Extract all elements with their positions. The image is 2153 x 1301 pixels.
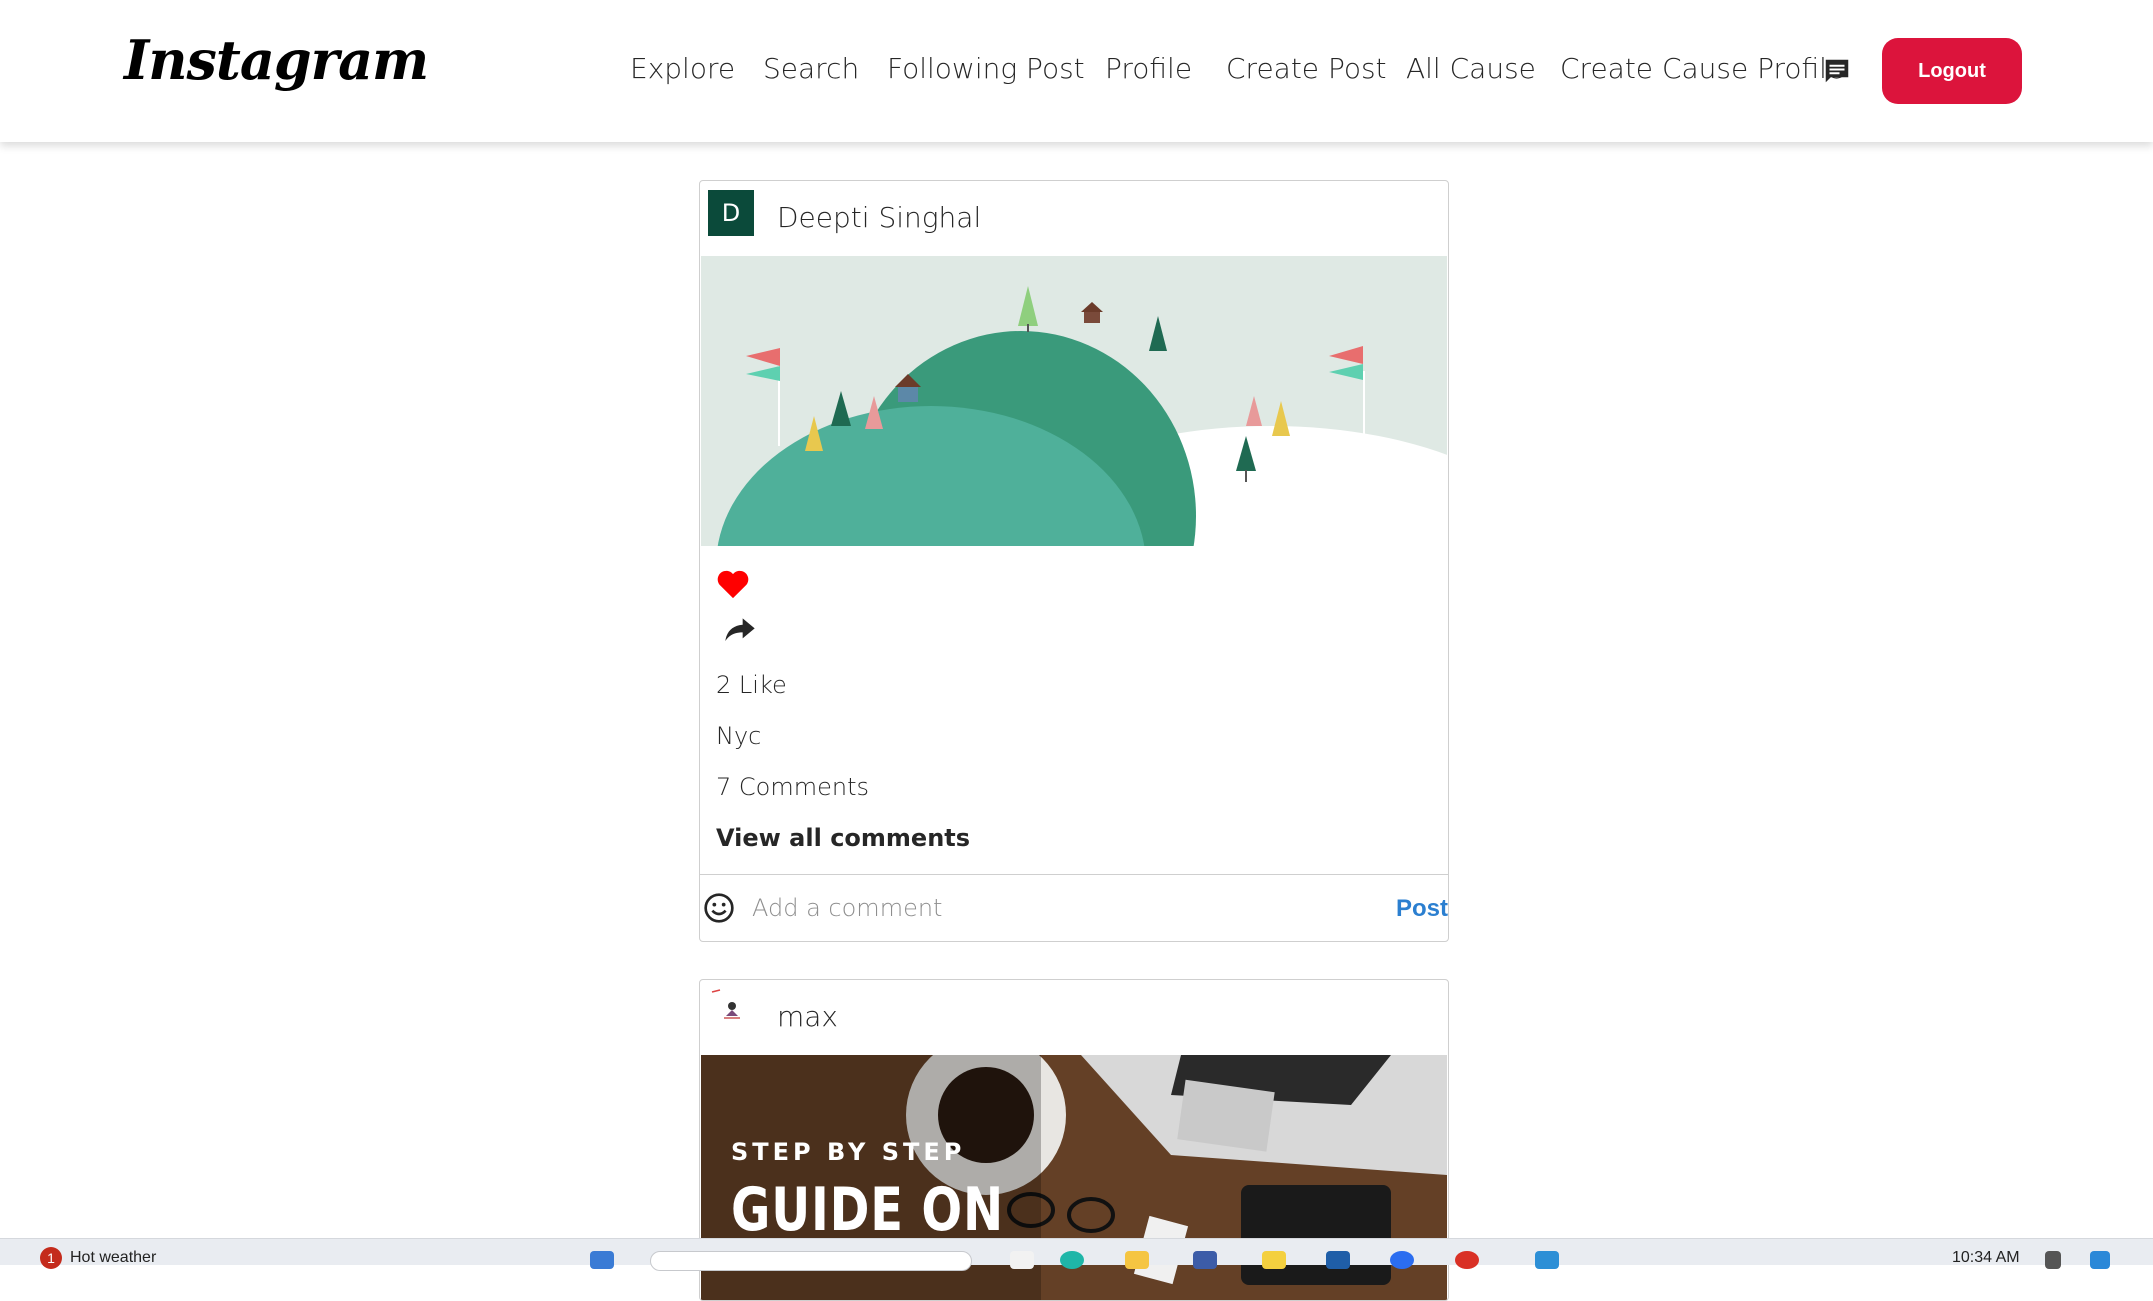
nav-link-search[interactable]: Search [763,52,859,85]
post-username[interactable]: max [777,1000,838,1033]
nav-link-all-cause[interactable]: All Cause [1406,52,1536,85]
comment-bar: Post [700,874,1448,941]
heart-icon[interactable] [716,568,750,600]
chat-bubble-icon[interactable] [1822,56,1852,86]
chrome-icon[interactable] [1455,1251,1479,1269]
mail-icon[interactable] [1193,1251,1217,1269]
os-taskbar: 1 Hot weather 10:34 AM [0,1238,2153,1271]
vscode-icon[interactable] [1535,1251,1559,1269]
notification-icon[interactable] [2090,1251,2110,1269]
taskbar-clock[interactable]: 10:34 AM [1952,1249,2020,1267]
nav-link-profile[interactable]: Profile [1105,52,1192,85]
comment-input[interactable] [750,887,1354,929]
emoji-icon[interactable] [703,892,735,924]
post-caption: Nyc [716,722,762,750]
windows-start-icon[interactable] [590,1251,614,1269]
view-all-comments-link[interactable]: View all comments [716,824,970,852]
comments-count: 7 Comments [716,773,869,801]
nav-link-create-post[interactable]: Create Post [1226,52,1387,85]
likes-count: 2 Like [716,671,787,699]
logout-button[interactable]: Logout [1882,38,2022,104]
post-username[interactable]: Deepti Singhal [777,201,981,234]
post-card: D Deepti Singhal 2 Like Nyc 7 Comments V… [699,180,1449,942]
app-icon[interactable] [1326,1251,1350,1269]
post-image [701,256,1447,550]
avatar[interactable]: D [708,190,754,236]
taskbar-search-box[interactable] [650,1251,972,1271]
system-tray-icon[interactable] [2045,1251,2061,1269]
app-icon[interactable] [1390,1251,1414,1269]
nav-link-following-post[interactable]: Following Post [887,52,1085,85]
taskview-icon[interactable] [1010,1251,1034,1269]
share-icon[interactable] [724,615,756,643]
post-header: max [700,980,1448,1055]
file-explorer-icon[interactable] [1125,1251,1149,1269]
weather-widget[interactable]: Hot weather [70,1249,156,1267]
app-icon[interactable] [1262,1251,1286,1269]
post-header: D Deepti Singhal [700,181,1448,256]
nav-link-create-cause-profile[interactable]: Create Cause Profile [1560,52,1844,85]
copilot-icon[interactable] [1060,1251,1084,1269]
image-caption-line2: GUIDE ON [731,1175,1004,1245]
avatar[interactable] [708,986,754,1032]
nav-link-explore[interactable]: Explore [630,52,735,85]
top-navbar: Instagram Explore Search Following Post … [0,0,2153,142]
post-comment-button[interactable]: Post [1396,895,1448,923]
image-caption-line1: STEP BY STEP [731,1138,966,1166]
weather-badge: 1 [40,1247,62,1269]
